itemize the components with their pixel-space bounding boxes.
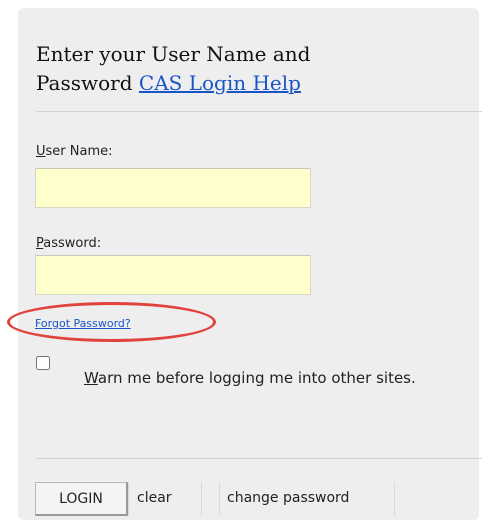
password-label: Password: — [36, 236, 101, 251]
password-label-text: assword: — [43, 236, 102, 251]
login-panel: Enter your User Name and Password CAS Lo… — [7, 8, 482, 520]
warn-label-text: arn me before logging me into other site… — [97, 369, 416, 387]
clear-button[interactable]: clear — [128, 482, 202, 516]
username-label-accesskey: U — [36, 144, 46, 159]
login-button[interactable]: LOGIN — [35, 482, 128, 516]
change-password-button[interactable]: change password — [219, 482, 395, 516]
login-heading: Enter your User Name and Password CAS Lo… — [36, 40, 396, 98]
cas-login-help-link[interactable]: CAS Login Help — [139, 71, 301, 95]
heading-divider — [36, 111, 482, 112]
footer-divider — [36, 458, 482, 459]
password-input[interactable] — [35, 255, 311, 295]
warn-label-accesskey: W — [84, 369, 98, 387]
username-input[interactable] — [35, 168, 311, 208]
username-label-text: ser Name: — [45, 144, 113, 159]
forgot-password-link[interactable]: Forgot Password? — [35, 317, 131, 330]
warn-label: Warn me before logging me into other sit… — [36, 360, 466, 397]
username-label: User Name: — [36, 144, 113, 159]
